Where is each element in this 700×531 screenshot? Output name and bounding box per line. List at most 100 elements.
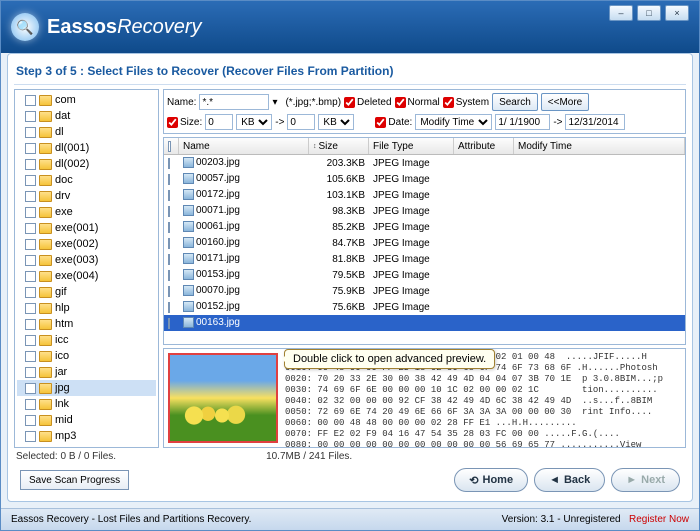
tree-checkbox[interactable] [25, 143, 36, 154]
date-mode-select[interactable]: Modify Time [415, 114, 492, 130]
folder-tree[interactable]: comdatdldl(001)dl(002)docdrvexeexe(001)e… [14, 89, 159, 448]
minimize-button[interactable]: – [609, 5, 633, 21]
col-attr[interactable]: Attribute [454, 138, 514, 154]
select-all-checkbox[interactable] [164, 138, 179, 154]
tree-item[interactable]: dat [17, 108, 156, 124]
file-checkbox[interactable] [168, 222, 170, 233]
tree-checkbox[interactable] [25, 367, 36, 378]
close-button[interactable]: × [665, 5, 689, 21]
tree-checkbox[interactable] [25, 191, 36, 202]
tree-checkbox[interactable] [25, 303, 36, 314]
tree-item[interactable]: hlp [17, 300, 156, 316]
tree-checkbox[interactable] [25, 271, 36, 282]
name-input[interactable] [199, 94, 269, 110]
tree-checkbox[interactable] [25, 159, 36, 170]
tree-checkbox[interactable] [25, 399, 36, 410]
file-row[interactable]: 00153.jpg79.5KBJPEG Image [164, 267, 685, 283]
tree-item[interactable]: mp3 [17, 428, 156, 444]
tree-checkbox[interactable] [25, 239, 36, 250]
tree-item[interactable]: jar [17, 364, 156, 380]
system-checkbox[interactable]: System [443, 97, 489, 108]
file-checkbox[interactable] [168, 238, 170, 249]
file-row[interactable]: 00071.jpg98.3KBJPEG Image [164, 203, 685, 219]
size-unit1-select[interactable]: KB [236, 114, 272, 130]
col-name[interactable]: Name [179, 138, 309, 154]
search-button[interactable]: Search [492, 93, 538, 111]
tree-checkbox[interactable] [25, 111, 36, 122]
tree-checkbox[interactable] [25, 335, 36, 346]
tree-item[interactable]: exe(002) [17, 236, 156, 252]
list-header: Name ↕Size File Type Attribute Modify Ti… [164, 138, 685, 155]
file-row[interactable]: 00171.jpg81.8KBJPEG Image [164, 251, 685, 267]
file-checkbox[interactable] [168, 190, 170, 201]
file-row[interactable]: 00057.jpg105.6KBJPEG Image [164, 171, 685, 187]
file-row[interactable]: 00061.jpg85.2KBJPEG Image [164, 219, 685, 235]
tree-item[interactable]: exe(004) [17, 268, 156, 284]
tree-item[interactable]: doc [17, 172, 156, 188]
folder-icon [39, 159, 52, 170]
col-size[interactable]: ↕Size [309, 138, 369, 154]
tree-checkbox[interactable] [25, 351, 36, 362]
size-to-input[interactable] [287, 114, 315, 130]
file-list-body[interactable]: 00203.jpg203.3KBJPEG Image00057.jpg105.6… [164, 155, 685, 344]
tree-checkbox[interactable] [25, 415, 36, 426]
tree-item[interactable]: com [17, 92, 156, 108]
home-button[interactable]: ⟲Home [454, 468, 528, 492]
tree-item[interactable]: htm [17, 316, 156, 332]
tree-checkbox[interactable] [25, 95, 36, 106]
maximize-button[interactable]: □ [637, 5, 661, 21]
size-unit2-select[interactable]: KB [318, 114, 354, 130]
size-filter-checkbox[interactable]: Size: [167, 117, 202, 128]
col-type[interactable]: File Type [369, 138, 454, 154]
file-checkbox[interactable] [168, 286, 170, 297]
tree-checkbox[interactable] [25, 319, 36, 330]
tree-item[interactable]: exe(003) [17, 252, 156, 268]
file-checkbox[interactable] [168, 302, 170, 313]
tree-item[interactable]: exe [17, 204, 156, 220]
file-checkbox[interactable] [168, 174, 170, 185]
tree-item[interactable]: mid [17, 412, 156, 428]
tree-item[interactable]: gif [17, 284, 156, 300]
tree-item[interactable]: icc [17, 332, 156, 348]
tree-checkbox[interactable] [25, 287, 36, 298]
tree-checkbox[interactable] [25, 431, 36, 442]
file-row[interactable]: 00160.jpg84.7KBJPEG Image [164, 235, 685, 251]
date-from-input[interactable] [495, 114, 550, 130]
file-checkbox[interactable] [168, 318, 170, 329]
file-row[interactable]: 00070.jpg75.9KBJPEG Image [164, 283, 685, 299]
size-from-input[interactable] [205, 114, 233, 130]
tree-item[interactable]: dl [17, 124, 156, 140]
col-mtime[interactable]: Modify Time [514, 138, 685, 154]
tree-checkbox[interactable] [25, 255, 36, 266]
file-checkbox[interactable] [168, 206, 170, 217]
save-scan-button[interactable]: Save Scan Progress [20, 470, 129, 490]
tree-checkbox[interactable] [25, 207, 36, 218]
tree-item[interactable]: dl(001) [17, 140, 156, 156]
date-to-input[interactable] [565, 114, 625, 130]
tree-item[interactable]: drv [17, 188, 156, 204]
file-row[interactable]: 00172.jpg103.1KBJPEG Image [164, 187, 685, 203]
normal-checkbox[interactable]: Normal [395, 97, 440, 108]
more-button[interactable]: <<More [541, 93, 589, 111]
date-filter-checkbox[interactable]: Date: [375, 117, 412, 128]
tree-item[interactable]: dl(002) [17, 156, 156, 172]
tree-checkbox[interactable] [25, 127, 36, 138]
next-button[interactable]: ►Next [611, 468, 680, 492]
preview-thumbnail[interactable] [168, 353, 278, 443]
file-row[interactable]: 00163.jpg [164, 315, 685, 331]
register-link[interactable]: Register Now [629, 514, 689, 525]
tree-checkbox[interactable] [25, 383, 36, 394]
file-checkbox[interactable] [168, 254, 170, 265]
deleted-checkbox[interactable]: Deleted [344, 97, 391, 108]
file-checkbox[interactable] [168, 270, 170, 281]
tree-item[interactable]: jpg [17, 380, 156, 396]
back-button[interactable]: ◄Back [534, 468, 605, 492]
tree-checkbox[interactable] [25, 223, 36, 234]
tree-item[interactable]: exe(001) [17, 220, 156, 236]
tree-item[interactable]: ico [17, 348, 156, 364]
tree-checkbox[interactable] [25, 175, 36, 186]
file-checkbox[interactable] [168, 158, 170, 169]
file-row[interactable]: 00152.jpg75.6KBJPEG Image [164, 299, 685, 315]
file-row[interactable]: 00203.jpg203.3KBJPEG Image [164, 155, 685, 171]
tree-item[interactable]: lnk [17, 396, 156, 412]
